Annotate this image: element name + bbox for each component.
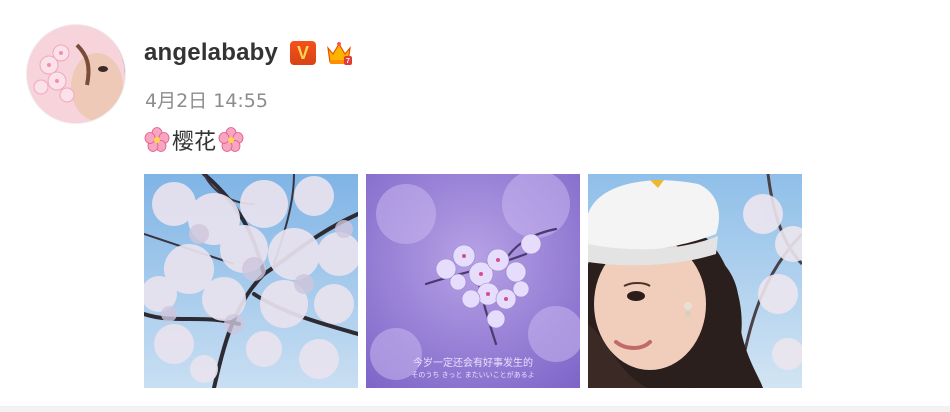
selfie-white-cap-photo[interactable] [588, 174, 802, 388]
username[interactable]: angelababy [144, 39, 278, 67]
cherry-blossom-tree-photo[interactable] [144, 174, 358, 388]
photo-caption-japanese: そのうち きっと またいいことがあるよ [411, 371, 535, 379]
post-timestamp[interactable]: 4月2日 14:55 [145, 86, 268, 113]
verified-badge-icon[interactable]: V [290, 41, 317, 65]
post-text-content: 樱花 [172, 130, 217, 155]
divider [0, 406, 950, 412]
username-row: angelababy V 7 [144, 36, 354, 70]
weibo-post: angelababy V 7 4月2日 14:55 樱花 今岁一定还会有好事发生… [0, 0, 950, 412]
post-text: 樱花 [144, 124, 244, 156]
vip-crown-icon[interactable]: 7 [324, 38, 354, 68]
cherry-blossom-icon [144, 127, 170, 153]
purple-cherry-blossom-photo[interactable]: 今岁一定还会有好事发生的 そのうち きっと またいいことがあるよ [366, 174, 580, 388]
avatar[interactable] [26, 24, 126, 124]
photo-caption-chinese: 今岁一定还会有好事发生的 [413, 358, 533, 369]
cherry-blossom-icon [218, 127, 244, 153]
svg-text:7: 7 [346, 58, 350, 65]
